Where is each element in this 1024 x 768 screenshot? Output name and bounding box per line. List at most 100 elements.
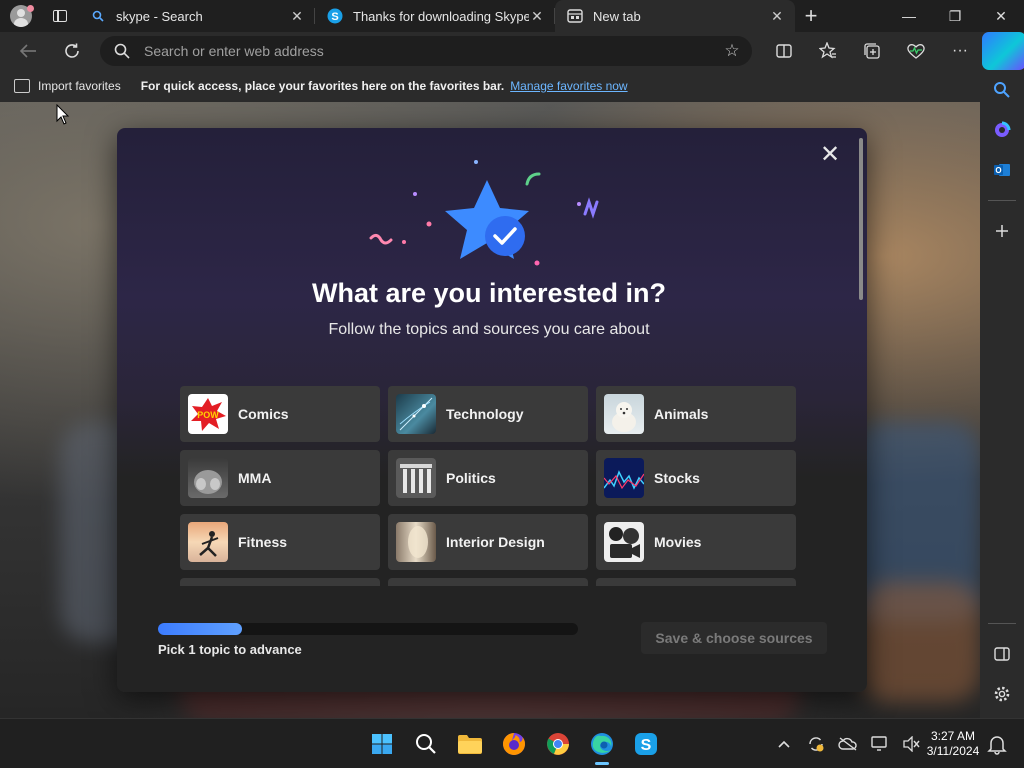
show-hidden-icons-button[interactable] xyxy=(768,740,800,748)
tab-close-button[interactable]: ✕ xyxy=(289,8,305,25)
topic-card-partial[interactable] xyxy=(388,578,588,586)
tray-network-button[interactable] xyxy=(864,736,896,752)
interior-design-thumbnail xyxy=(396,522,436,562)
close-dialog-button[interactable]: ✕ xyxy=(817,141,843,168)
manage-favorites-link[interactable]: Manage favorites now xyxy=(510,79,627,93)
politics-thumbnail xyxy=(396,458,436,498)
notification-bell-icon[interactable] xyxy=(986,733,1008,755)
plus-icon xyxy=(996,225,1008,237)
refresh-button[interactable] xyxy=(50,32,94,70)
import-favorites-button[interactable]: Import favorites xyxy=(14,79,121,93)
stocks-thumbnail xyxy=(604,458,644,498)
folder-icon xyxy=(458,735,482,754)
svg-text:S: S xyxy=(331,11,338,23)
topic-card-fitness[interactable]: Fitness xyxy=(180,514,380,570)
topic-label: Politics xyxy=(446,470,496,486)
topic-card-partial[interactable] xyxy=(596,578,796,586)
restore-button[interactable]: ❐ xyxy=(932,0,978,32)
favorites-bar-message: For quick access, place your favorites h… xyxy=(140,79,505,93)
browser-essentials-button[interactable] xyxy=(894,32,938,70)
topic-card-politics[interactable]: Politics xyxy=(388,450,588,506)
profile-button[interactable] xyxy=(0,0,42,32)
start-button[interactable] xyxy=(360,719,404,768)
sidebar-outlook-button[interactable]: O xyxy=(980,150,1024,190)
taskbar-edge[interactable] xyxy=(580,719,624,768)
progress-fill xyxy=(158,623,242,635)
topic-label: Movies xyxy=(654,534,702,550)
window-controls: — ❐ ✕ xyxy=(886,0,1024,32)
favorites-bar: Import favorites For quick access, place… xyxy=(0,70,980,102)
save-choose-sources-button[interactable]: Save & choose sources xyxy=(641,622,827,654)
topic-card-partial[interactable] xyxy=(180,578,380,586)
taskbar-chrome[interactable] xyxy=(536,719,580,768)
sidebar-search-button[interactable] xyxy=(980,70,1024,110)
system-tray xyxy=(768,719,928,768)
copilot-button[interactable] xyxy=(982,32,1024,70)
chevron-up-icon xyxy=(778,740,790,748)
dialog-scrollbar[interactable] xyxy=(859,138,863,300)
tab-title: skype - Search xyxy=(116,8,203,24)
network-icon xyxy=(871,736,887,751)
skype-icon: S xyxy=(635,733,657,755)
toolbar-actions: ··· xyxy=(762,32,1024,70)
taskbar-skype[interactable]: S xyxy=(624,719,668,768)
more-menu-button[interactable]: ··· xyxy=(938,32,982,70)
tab-actions-button[interactable] xyxy=(42,0,78,32)
topic-card-stocks[interactable]: Stocks xyxy=(596,450,796,506)
address-bar[interactable]: Search or enter web address ☆ xyxy=(100,36,752,66)
topic-card-movies[interactable]: Movies xyxy=(596,514,796,570)
topic-label: Stocks xyxy=(654,470,700,486)
interests-dialog: ✕ What are you interested in? Follow the… xyxy=(117,128,867,692)
sidebar-add-button[interactable] xyxy=(980,211,1024,251)
topic-card-interior-design[interactable]: Interior Design xyxy=(388,514,588,570)
collections-button[interactable] xyxy=(850,32,894,70)
edge-sidebar: O xyxy=(980,70,1024,718)
taskbar-clock[interactable]: 3:27 AM 3/11/2024 xyxy=(918,729,988,759)
topic-card-animals[interactable]: Animals xyxy=(596,386,796,442)
tab-close-button[interactable]: ✕ xyxy=(769,8,785,25)
search-icon xyxy=(994,82,1010,98)
split-screen-button[interactable] xyxy=(762,32,806,70)
windows-taskbar: S 3:27 AM 3/11/2024 xyxy=(0,718,1024,768)
clock-time: 3:27 AM xyxy=(930,729,976,743)
taskbar-search-button[interactable] xyxy=(404,719,448,768)
hide-sidebar-button[interactable] xyxy=(980,634,1024,674)
topic-card-technology[interactable]: Technology xyxy=(388,386,588,442)
favorites-button[interactable] xyxy=(806,32,850,70)
tray-onedrive-button[interactable] xyxy=(832,737,864,751)
back-button[interactable] xyxy=(6,32,50,70)
address-input[interactable]: Search or enter web address xyxy=(144,43,712,59)
topic-card-mma[interactable]: MMA xyxy=(180,450,380,506)
topic-label: Interior Design xyxy=(446,534,545,550)
copilot-icon xyxy=(982,32,1024,70)
taskbar-firefox[interactable] xyxy=(492,719,536,768)
tab-new-tab[interactable]: New tab ✕ xyxy=(555,0,795,32)
tab-close-button[interactable]: ✕ xyxy=(529,8,545,25)
star-check-illustration-icon xyxy=(369,160,599,266)
close-window-button[interactable]: ✕ xyxy=(978,0,1024,32)
sidebar-settings-button[interactable] xyxy=(980,674,1024,714)
ellipsis-icon: ··· xyxy=(952,42,968,59)
new-tab-page-icon xyxy=(567,8,583,24)
split-screen-icon xyxy=(776,44,792,58)
back-arrow-icon xyxy=(19,44,36,58)
skype-icon: S xyxy=(327,8,343,24)
address-toolbar: Search or enter web address ☆ ··· xyxy=(0,32,1024,70)
mma-thumbnail xyxy=(188,458,228,498)
minimize-button[interactable]: — xyxy=(886,0,932,32)
movies-thumbnail xyxy=(604,522,644,562)
sidebar-divider xyxy=(988,623,1016,624)
tab-thanks-skype[interactable]: S Thanks for downloading Skype ✕ xyxy=(315,0,555,32)
add-favorite-star-icon[interactable]: ☆ xyxy=(712,41,752,61)
sidebar-divider xyxy=(988,200,1016,201)
gear-icon xyxy=(994,686,1010,702)
taskbar-file-explorer[interactable] xyxy=(448,719,492,768)
taskbar-apps: S xyxy=(360,719,668,768)
tab-skype-search[interactable]: skype - Search ✕ xyxy=(78,0,315,32)
heartbeat-icon xyxy=(907,44,925,59)
new-tab-button[interactable]: + xyxy=(795,0,827,32)
topic-card-comics[interactable]: POW Comics xyxy=(180,386,380,442)
sidebar-copilot-button[interactable] xyxy=(980,110,1024,150)
tray-sync-button[interactable] xyxy=(800,735,832,753)
outlook-icon: O xyxy=(994,164,1010,176)
